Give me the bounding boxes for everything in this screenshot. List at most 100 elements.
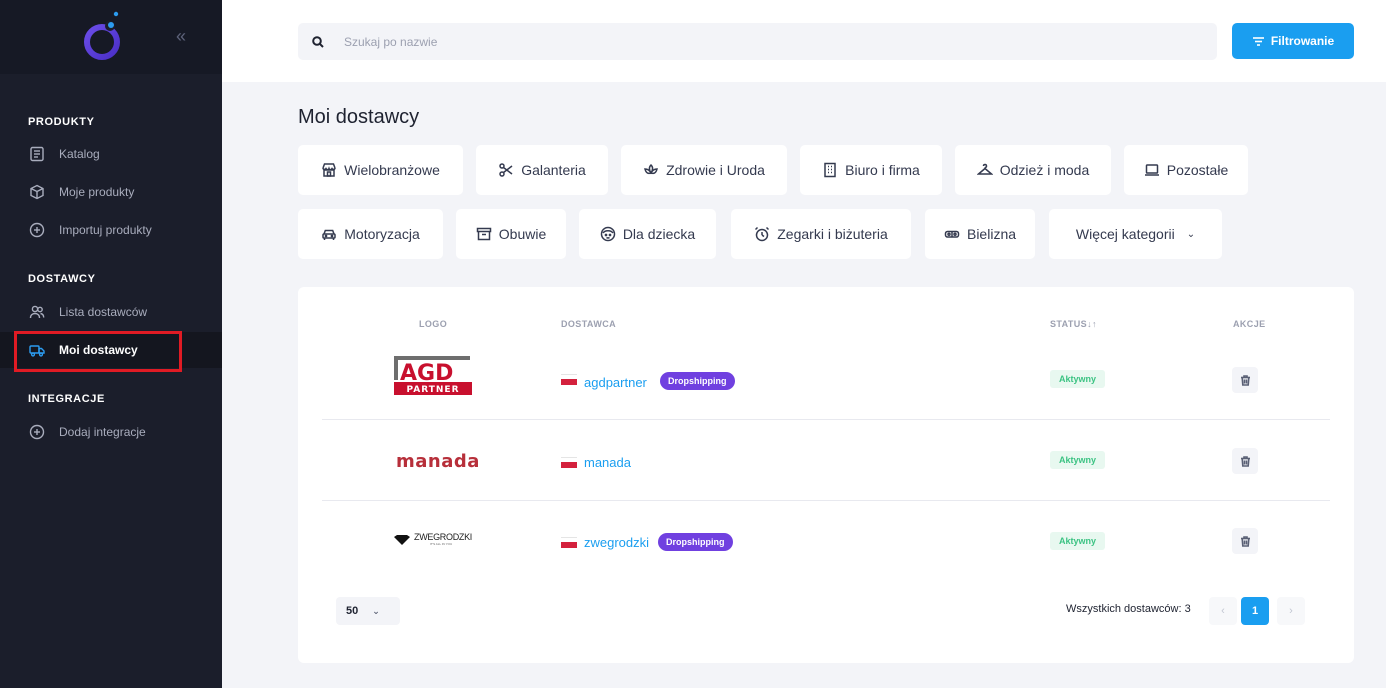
delete-button[interactable] [1232,528,1258,554]
category-zdrowie-i-uroda[interactable]: Zdrowie i Uroda [621,145,787,195]
alarm-clock-icon [755,226,770,242]
poland-flag-icon [561,374,577,385]
supplier-name-link[interactable]: manada [584,455,631,470]
status-badge: Aktywny [1050,451,1106,469]
supplier-name-link[interactable]: zwegrodzki [584,535,649,550]
category-label: Bielizna [966,226,1017,242]
category-label: Zegarki i biżuteria [777,226,888,242]
sidebar-item-label: Dodaj integracje [59,425,146,439]
pagination-next-button[interactable]: › [1277,597,1305,625]
chevron-down-icon: ⌄ [1186,228,1196,240]
column-header-supplier: DOSTAWCA [561,319,617,329]
catalog-icon [28,145,46,163]
collapse-sidebar-icon[interactable]: « [176,26,186,47]
top-header: Filtrowanie [222,0,1386,82]
trash-icon [1240,455,1250,467]
zwegrodzki-logo-text: ZWEGRODZKI [414,532,472,542]
category-obuwie[interactable]: Obuwie [456,209,566,259]
store-icon [322,163,336,177]
sort-icon: ↓↑ [1087,319,1097,329]
users-icon [28,303,46,321]
category-label: Obuwie [498,226,547,242]
category-label: Wielobranżowe [344,162,440,178]
diamond-logo-icon [394,534,410,545]
zwegrodzki-logo-subtext: IT'S ALL IN YOU [429,542,453,546]
sidebar: « PRODUKTY Katalog Moje produkty Importu… [0,0,222,688]
search-icon [312,35,324,48]
poland-flag-icon [561,537,577,548]
supplier-name-link[interactable]: agdpartner [584,375,647,390]
filter-button-label: Filtrowanie [1270,34,1335,48]
laptop-icon [1144,164,1159,176]
category-galanteria[interactable]: Galanteria [476,145,608,195]
status-badge: Aktywny [1050,532,1106,550]
category-wielobranzowe[interactable]: Wielobranżowe [298,145,463,195]
plus-circle-icon [28,221,46,239]
section-title-integracje: INTEGRACJE [28,393,105,405]
search-bar[interactable] [298,23,1217,60]
sidebar-item-dodaj-integracje[interactable]: Dodaj integracje [0,414,222,450]
plus-circle-icon [28,423,46,441]
sidebar-item-importuj-produkty[interactable]: Importuj produkty [0,212,222,248]
delete-button[interactable] [1232,367,1258,393]
sidebar-item-label: Importuj produkty [59,223,152,237]
table-row: ZWEGRODZKI IT'S ALL IN YOU zwegrodzki Dr… [322,501,1330,581]
category-label: Zdrowie i Uroda [666,162,765,178]
sidebar-item-label: Moje produkty [59,185,135,199]
column-header-status[interactable]: STATUS↓↑ [1050,319,1097,329]
dropshipping-badge: Dropshipping [658,533,733,551]
archive-icon [476,227,492,241]
dropshipping-badge: Dropshipping [660,372,735,390]
more-categories-dropdown[interactable]: Więcej kategorii ⌄ [1049,209,1222,259]
category-bielizna[interactable]: Bielizna [925,209,1035,259]
sidebar-item-lista-dostawcow[interactable]: Lista dostawców [0,294,222,330]
lotus-icon [644,163,659,175]
pagination-prev-button[interactable]: ‹ [1209,597,1237,625]
baby-face-icon [600,226,616,242]
category-label: Biuro i firma [845,162,920,178]
section-title-produkty: PRODUKTY [28,116,95,128]
glasses-icon [944,230,960,238]
trash-icon [1240,374,1250,386]
per-page-select[interactable]: 50 ⌄ [336,597,400,625]
suppliers-table-card: LOGO DOSTAWCA STATUS↓↑ AKCJE AGD PARTNER… [298,287,1354,663]
sidebar-item-label: Lista dostawców [59,305,148,319]
search-input[interactable] [344,34,1144,49]
column-header-actions: AKCJE [1233,319,1266,329]
category-motoryzacja[interactable]: Motoryzacja [298,209,443,259]
section-title-dostawcy: DOSTAWCY [28,273,96,285]
delete-button[interactable] [1232,448,1258,474]
supplier-logo-agdpartner: AGD PARTNER [390,354,474,398]
hanger-icon [976,163,993,175]
category-label: Odzież i moda [999,162,1090,178]
sidebar-item-katalog[interactable]: Katalog [0,136,222,172]
category-label: Więcej kategorii [1075,226,1175,242]
table-row: AGD PARTNER agdpartner Dropshipping Akty… [322,340,1330,420]
per-page-value: 50 [346,605,359,617]
category-dla-dziecka[interactable]: Dla dziecka [579,209,716,259]
column-header-logo: LOGO [419,319,448,329]
sidebar-item-moje-produkty[interactable]: Moje produkty [0,174,222,210]
pagination-page-1[interactable]: 1 [1241,597,1269,625]
scissors-icon [499,163,513,177]
chevron-down-icon: ⌄ [372,605,380,616]
total-suppliers-count: Wszystkich dostawców: 3 [1066,603,1191,615]
category-label: Motoryzacja [344,226,420,242]
sidebar-header: « [0,0,222,74]
agd-logo-subtext: PARTNER [406,385,459,395]
app-logo[interactable] [80,10,124,64]
trash-icon [1240,535,1250,547]
category-odziez-i-moda[interactable]: Odzież i moda [955,145,1111,195]
filter-icon [1252,36,1264,46]
box-icon [28,183,46,201]
car-icon [322,229,337,240]
column-header-status-label: STATUS [1050,319,1088,329]
supplier-logo-zwegrodzki: ZWEGRODZKI IT'S ALL IN YOU [394,533,472,546]
filter-button[interactable]: Filtrowanie [1232,23,1354,59]
category-pozostale[interactable]: Pozostałe [1124,145,1248,195]
category-zegarki-i-bizuteria[interactable]: Zegarki i biżuteria [731,209,911,259]
category-biuro-i-firma[interactable]: Biuro i firma [800,145,942,195]
sidebar-item-label: Katalog [59,147,100,161]
category-label: Dla dziecka [622,226,696,242]
category-label: Galanteria [521,162,586,178]
